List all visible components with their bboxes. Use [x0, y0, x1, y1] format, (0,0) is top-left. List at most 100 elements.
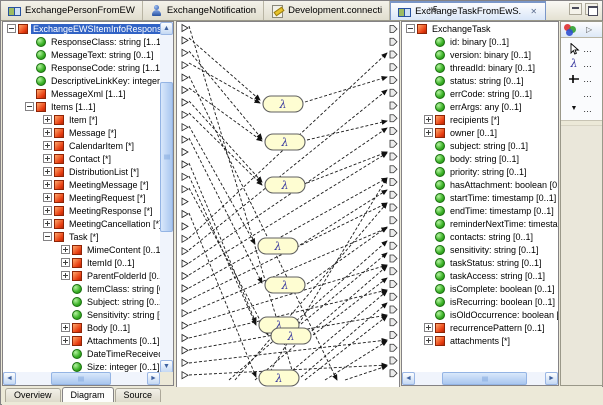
- tree-node-label[interactable]: isComplete: boolean [0..1]: [448, 284, 557, 294]
- source-tree-node-row[interactable]: CalendarItem [*]: [3, 139, 161, 152]
- connection-line[interactable]: [305, 77, 387, 102]
- tree-node-label[interactable]: ItemId [0..1]: [85, 258, 137, 268]
- tree-node-label[interactable]: taskStatus: string [0..1]: [448, 258, 544, 268]
- connection-line[interactable]: [189, 88, 262, 141]
- target-tree-node-row[interactable]: recipients [*]: [402, 113, 558, 126]
- editor-tab-2[interactable]: ExchangeNotification: [143, 1, 264, 20]
- connection-line[interactable]: [307, 152, 387, 183]
- source-tree-vertical-scrollbar[interactable]: ▲ ▼: [160, 22, 173, 373]
- target-tree-node-row[interactable]: endTime: timestamp [0..1]: [402, 204, 558, 217]
- mapping-canvas[interactable]: λλλλλλλλ: [176, 21, 400, 389]
- source-port[interactable]: [182, 347, 188, 354]
- tree-node-label[interactable]: id: binary [0..1]: [448, 37, 511, 47]
- expand-icon[interactable]: [424, 115, 433, 124]
- tree-node-label[interactable]: errCode: string [0..1]: [448, 89, 534, 99]
- target-port[interactable]: [390, 191, 397, 198]
- lambda-node[interactable]: λ: [258, 238, 298, 254]
- expand-icon[interactable]: [43, 180, 52, 189]
- source-tree-horizontal-scrollbar[interactable]: ◄ ►: [3, 372, 160, 385]
- source-tree-node-row[interactable]: Task [*]: [3, 230, 161, 243]
- target-tree-node-row[interactable]: reminderNextTime: timestamp [0..1]: [402, 217, 558, 230]
- connection-line[interactable]: [189, 113, 262, 185]
- source-tree-node-row[interactable]: ParentFolderId [0..1]: [3, 269, 161, 282]
- tree-node-label[interactable]: endTime: timestamp [0..1]: [448, 206, 556, 216]
- source-tree-node-row[interactable]: MeetingCancellation [*]: [3, 217, 161, 230]
- target-port[interactable]: [390, 217, 397, 224]
- expand-icon[interactable]: [43, 193, 52, 202]
- connection-line[interactable]: [307, 121, 387, 140]
- target-port[interactable]: [390, 64, 397, 71]
- target-tree-node-row[interactable]: subject: string [0..1]: [402, 139, 558, 152]
- expand-icon[interactable]: [424, 323, 433, 332]
- connection-line[interactable]: [189, 101, 262, 182]
- source-port[interactable]: [182, 149, 188, 156]
- source-tree-node-row[interactable]: Sensitivity: string [0..1]: [3, 308, 161, 321]
- source-tree-node-row[interactable]: ResponseCode: string [1..1]: [3, 61, 161, 74]
- tree-node-label[interactable]: Message [*]: [67, 128, 119, 138]
- target-port[interactable]: [390, 242, 397, 249]
- target-tree-node-row[interactable]: startTime: timestamp [0..1]: [402, 191, 558, 204]
- target-tree-node-row[interactable]: isOldOccurrence: boolean [0..1]: [402, 308, 558, 321]
- source-tree-node-row[interactable]: DateTimeReceived: timestamp [0..1]: [3, 347, 161, 360]
- source-tree-node-row[interactable]: Attachments [0..1]: [3, 334, 161, 347]
- tree-node-label[interactable]: DateTimeReceived: timestamp [0..1]: [85, 349, 161, 359]
- target-port[interactable]: [390, 268, 397, 275]
- expand-icon[interactable]: [43, 167, 52, 176]
- maximize-button[interactable]: [585, 3, 598, 15]
- target-port[interactable]: [390, 166, 397, 173]
- source-port[interactable]: [182, 248, 188, 255]
- target-port[interactable]: [390, 102, 397, 109]
- tree-node-label[interactable]: ItemClass: string [0..1]: [85, 284, 161, 294]
- tree-node-label[interactable]: owner [0..1]: [448, 128, 499, 138]
- expand-icon[interactable]: [61, 258, 70, 267]
- tree-node-label[interactable]: DescriptiveLinkKey: integer [0..1]: [49, 76, 161, 86]
- target-port[interactable]: [390, 230, 397, 237]
- collapse-icon[interactable]: [43, 232, 52, 241]
- source-tree-node-row[interactable]: Body [0..1]: [3, 321, 161, 334]
- tree-node-label[interactable]: MeetingMessage [*]: [67, 180, 151, 190]
- tree-node-label[interactable]: status: string [0..1]: [448, 76, 526, 86]
- source-port[interactable]: [182, 62, 188, 69]
- target-tree-node-row[interactable]: threadId: binary [0..1]: [402, 61, 558, 74]
- source-port[interactable]: [182, 198, 188, 205]
- target-tree-node-row[interactable]: sensitivity: string [0..1]: [402, 243, 558, 256]
- tab-overflow-chevron[interactable]: »5: [428, 4, 437, 15]
- target-port[interactable]: [390, 370, 397, 377]
- target-port[interactable]: [390, 140, 397, 147]
- source-tree-node-row[interactable]: Message [*]: [3, 126, 161, 139]
- source-port[interactable]: [182, 49, 188, 56]
- source-port[interactable]: [182, 297, 188, 304]
- editor-tab-4[interactable]: ExchangeTaskFromEwS.✕: [390, 1, 546, 20]
- tree-node-label[interactable]: taskAccess: string [0..1]: [448, 271, 547, 281]
- tree-node-label[interactable]: reminderNextTime: timestamp [0..1]: [448, 219, 558, 229]
- lambda-node[interactable]: λ: [271, 328, 311, 344]
- tree-node-label[interactable]: ResponseClass: string [1..1]: [49, 37, 161, 47]
- source-port[interactable]: [182, 161, 188, 168]
- expand-icon[interactable]: [43, 115, 52, 124]
- source-tree-node-row[interactable]: ItemId [0..1]: [3, 256, 161, 269]
- tree-node-label[interactable]: attachments [*]: [448, 336, 512, 346]
- source-tree-node-row[interactable]: ExchangeEWSItemInfoResponse: [3, 22, 161, 35]
- source-tree-node-row[interactable]: ItemClass: string [0..1]: [3, 282, 161, 295]
- target-port[interactable]: [390, 357, 397, 364]
- target-tree-node-row[interactable]: priority: string [0..1]: [402, 165, 558, 178]
- scrollbar-thumb[interactable]: [160, 82, 173, 232]
- tree-node-label[interactable]: recurrencePattern [0..1]: [448, 323, 547, 333]
- target-tree-horizontal-scrollbar[interactable]: ◄ ►: [402, 372, 558, 385]
- tree-node-label[interactable]: sensitivity: string [0..1]: [448, 245, 541, 255]
- connection-line[interactable]: [189, 76, 337, 380]
- source-port[interactable]: [182, 87, 188, 94]
- source-port[interactable]: [182, 359, 188, 366]
- palette-tool-dropdown-arrow[interactable]: ▼…: [561, 101, 602, 116]
- target-tree-node-row[interactable]: version: binary [0..1]: [402, 48, 558, 61]
- tree-node-label[interactable]: Body [0..1]: [85, 323, 132, 333]
- connection-line[interactable]: [345, 366, 387, 380]
- scroll-right-icon[interactable]: ►: [147, 372, 160, 385]
- source-port[interactable]: [182, 173, 188, 180]
- tree-node-label[interactable]: errArgs: any [0..1]: [448, 102, 524, 112]
- target-tree-node-row[interactable]: body: string [0..1]: [402, 152, 558, 165]
- target-port[interactable]: [390, 255, 397, 262]
- target-port[interactable]: [390, 204, 397, 211]
- source-port[interactable]: [182, 124, 188, 131]
- palette-tool-lambda[interactable]: λ…: [561, 56, 602, 71]
